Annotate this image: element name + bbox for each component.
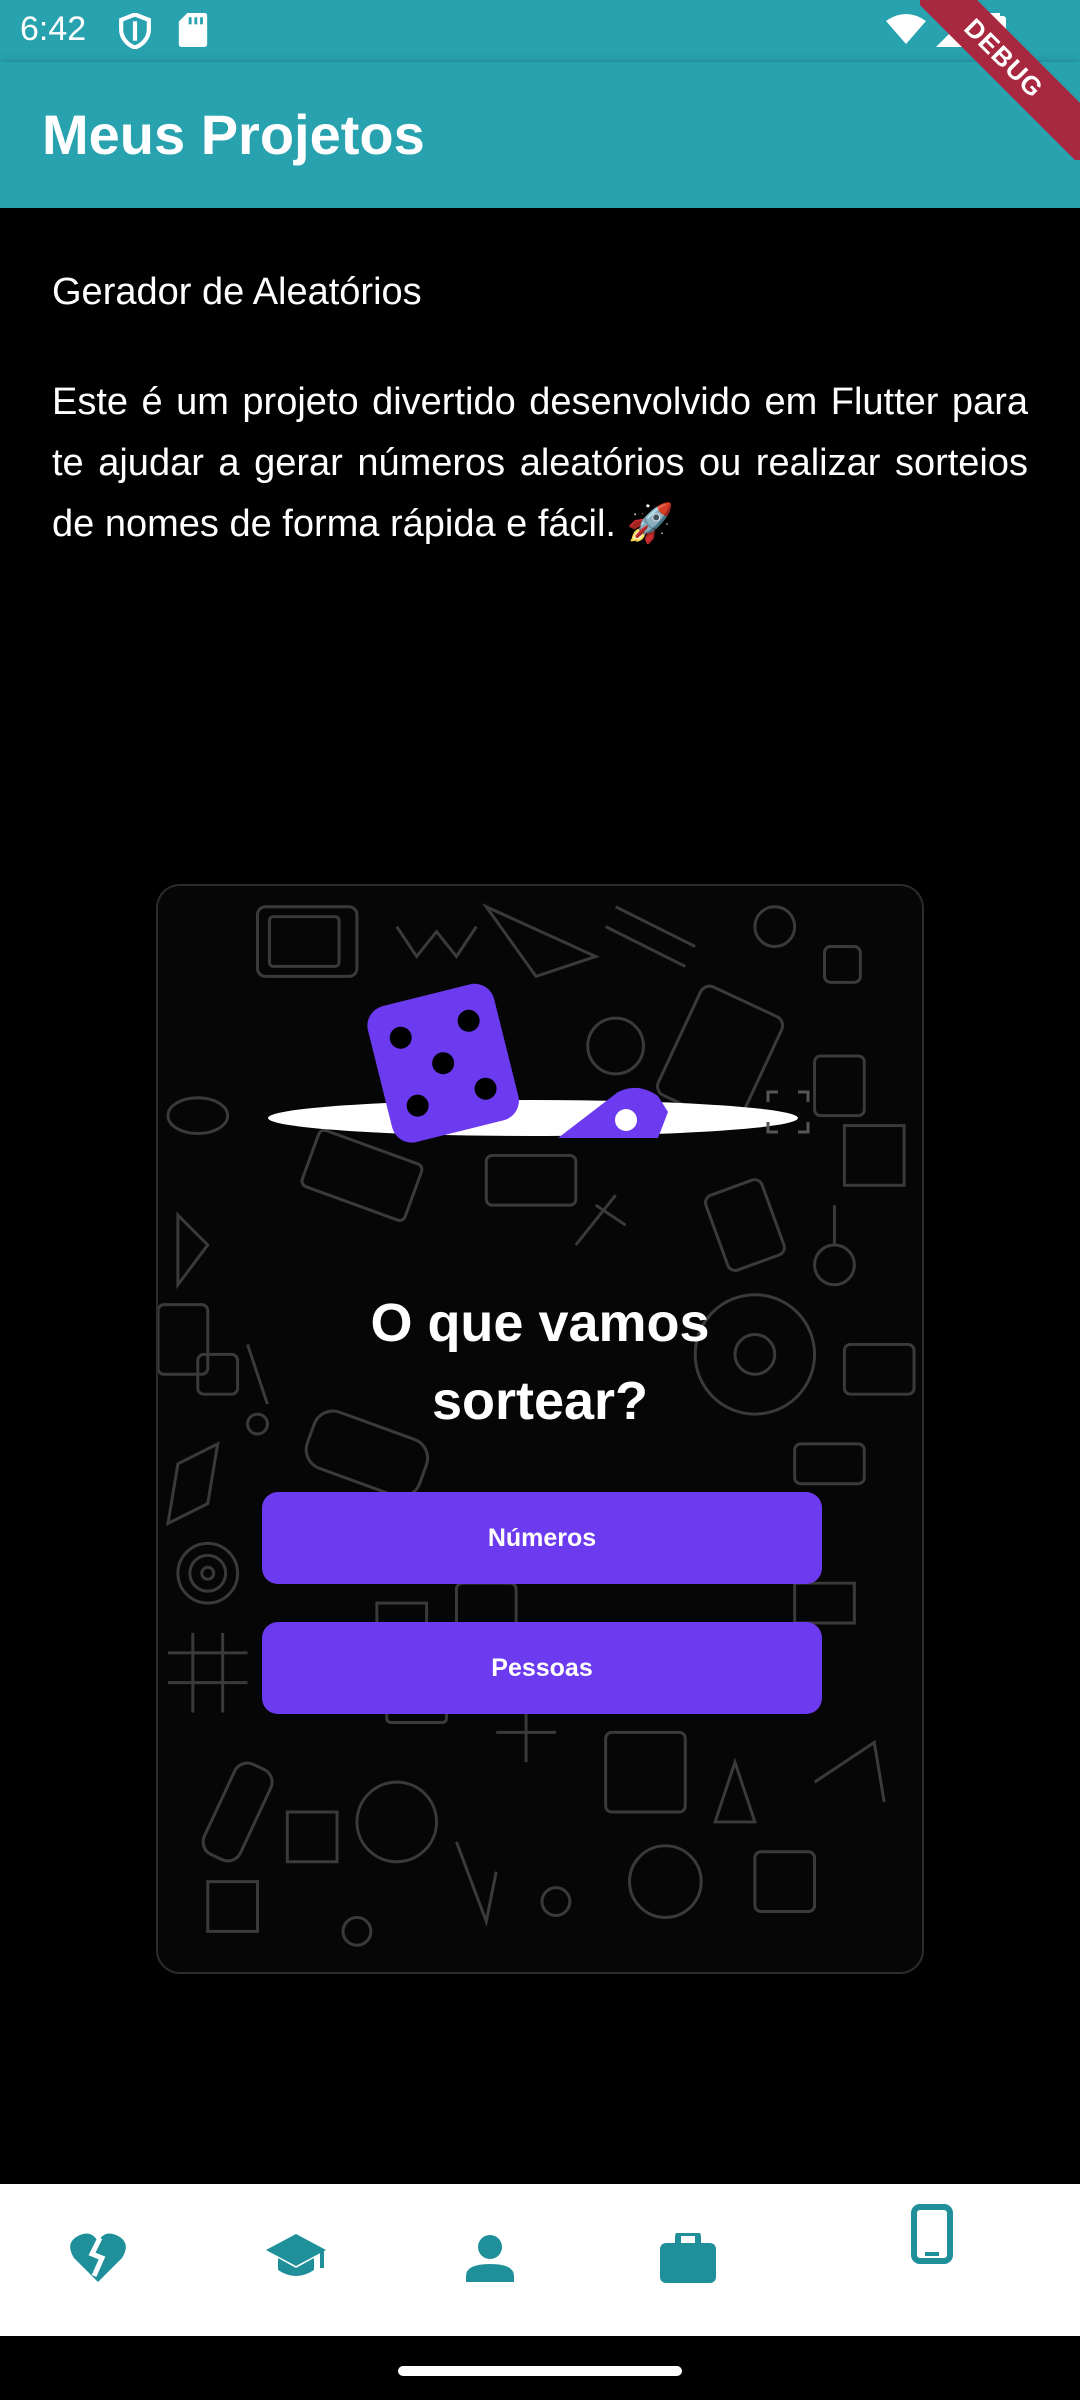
project-preview-card: O que vamos sortear? Números Pessoas — [156, 884, 924, 1974]
draw-question-line2: sortear? — [431, 1371, 649, 1431]
sd-card-icon — [178, 13, 208, 52]
draw-question-line1: O que vamos — [370, 1293, 710, 1353]
people-button[interactable]: Pessoas — [262, 1622, 822, 1714]
numbers-button[interactable]: Números — [262, 1492, 822, 1584]
debug-banner: DEBUG — [920, 0, 1080, 160]
nav-item-work[interactable] — [628, 2184, 748, 2336]
status-bar: 6:42 — [0, 0, 1080, 62]
bottom-navigation — [0, 2184, 1080, 2336]
status-time: 6:42 — [20, 10, 87, 48]
app-bar: Meus Projetos — [0, 62, 1080, 208]
home-indicator[interactable] — [398, 2366, 682, 2376]
briefcase-icon — [660, 2229, 716, 2288]
smartphone-icon — [911, 2204, 953, 2269]
dice-illustration — [268, 983, 810, 1143]
nav-item-projects[interactable] — [872, 2184, 992, 2336]
broken-heart-icon — [70, 2232, 126, 2289]
page-title: Meus Projetos — [42, 103, 425, 166]
shield-icon — [118, 12, 152, 54]
project-title: Gerador de Aleatórios — [52, 271, 422, 313]
draw-question-heading: O que vamos sortear? — [158, 1284, 922, 1440]
school-icon — [266, 2233, 326, 2287]
nav-item-health[interactable] — [38, 2184, 158, 2336]
nav-item-profile[interactable] — [430, 2184, 550, 2336]
debug-banner-wrap: DEBUG — [920, 0, 1080, 160]
nav-item-education[interactable] — [236, 2184, 356, 2336]
project-description: Este é um projeto divertido desenvolvido… — [52, 381, 1028, 545]
project-details: Gerador de Aleatórios Este é um projeto … — [52, 264, 1028, 555]
person-icon — [466, 2234, 514, 2287]
